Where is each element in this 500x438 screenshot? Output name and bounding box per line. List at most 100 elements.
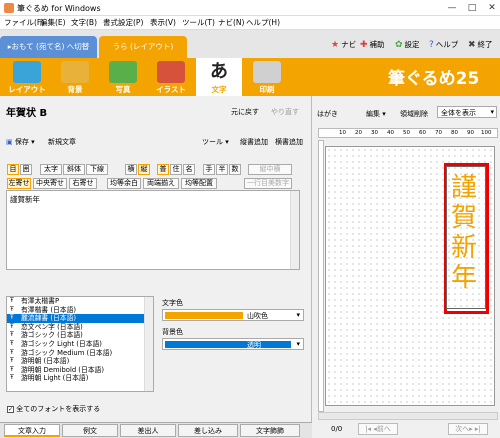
font-item[interactable]: 有澤太楷書P <box>7 297 153 306</box>
tool-background[interactable]: 背景 <box>52 58 98 96</box>
menu-navi[interactable]: ナビ(N) <box>218 17 244 29</box>
text-color-label: 文字色 <box>162 299 183 307</box>
edit-dropdown[interactable]: 編集 ▾ <box>366 109 386 119</box>
font-item[interactable]: 游ゴシック Light (日本語) <box>7 340 153 349</box>
sentence-textarea[interactable]: 謹賀新年 <box>6 190 300 270</box>
minimize-button[interactable]: — <box>446 2 458 14</box>
menu-bar: ファイル(F) 編集(E) 文字(B) 書式設定(P) 表示(V) ツール(T)… <box>0 16 500 30</box>
save-button[interactable]: ▣ 保存 ▾ <box>6 137 35 147</box>
checkbox-checked-icon: ✓ <box>7 406 14 413</box>
tool-illust[interactable]: イラスト <box>148 58 194 96</box>
tab-merge[interactable]: 差し込み <box>178 424 238 437</box>
vertical-button[interactable]: 縦 <box>138 164 150 175</box>
tab-front-switch[interactable]: ▸おもて (宛て名) へ切替 <box>0 36 97 58</box>
printer-icon <box>253 61 281 83</box>
menu-view[interactable]: 表示(V) <box>150 17 176 29</box>
tab-back-layout[interactable]: うら (レイアウト) <box>99 36 187 58</box>
menu-tools[interactable]: ツール(T) <box>182 17 215 29</box>
first-line-number-button[interactable]: 一行目美数字 <box>244 178 292 189</box>
menu-edit[interactable]: 編集(E) <box>40 17 66 29</box>
chevron-down-icon: ▾ <box>490 108 494 116</box>
app-icon <box>4 3 14 13</box>
new-sentence-button[interactable]: 新規文章 <box>48 137 76 147</box>
horizontal-add-button[interactable]: 横書追加 <box>275 137 303 147</box>
format-box-button[interactable]: 囲 <box>20 164 32 175</box>
tool-text[interactable]: あ文字 <box>196 58 242 96</box>
align-center-button[interactable]: 中央寄せ <box>33 178 67 189</box>
paper-label: はがき <box>317 110 338 118</box>
tools-dropdown[interactable]: ツール ▾ <box>202 137 229 147</box>
text-color-select[interactable]: 山吹色 ▾ <box>162 309 304 321</box>
font-item[interactable]: 游明朝 (日本語) <box>7 357 153 366</box>
format-eye-button[interactable]: 目 <box>7 164 19 175</box>
exit-button[interactable]: ✖ 終了 <box>468 40 493 50</box>
font-item[interactable]: 有澤楷書 (日本語) <box>7 306 153 315</box>
font-item[interactable]: 游ゴシック Medium (日本語) <box>7 349 153 358</box>
page-indicator: 0/0 <box>331 425 343 433</box>
undo-button[interactable]: 元に戻す <box>231 107 259 117</box>
vertical-add-button[interactable]: 縦書追加 <box>240 137 268 147</box>
help-button[interactable]: ? ヘルプ <box>429 40 458 50</box>
canvas-hscrollbar[interactable] <box>318 412 498 420</box>
tab-sentence-input[interactable]: 文章入力 <box>4 424 60 437</box>
text-color-swatch <box>165 312 243 319</box>
tab-text-decoration[interactable]: 文字飾飾 <box>240 424 300 437</box>
half-button[interactable]: 半 <box>216 164 228 175</box>
layout-icon <box>13 61 41 83</box>
show-all-fonts-checkbox[interactable]: ✓ 全てのフォントを表示する <box>7 404 100 414</box>
hand-button[interactable]: 手 <box>203 164 215 175</box>
redo-button[interactable]: やり直す <box>271 107 299 117</box>
font-list-scrollbar[interactable] <box>144 297 153 391</box>
normal-button[interactable]: 普 <box>157 164 169 175</box>
chevron-down-icon: ▾ <box>296 340 300 348</box>
font-item[interactable]: 游ゴシック (日本語) <box>7 331 153 340</box>
font-list[interactable]: 有澤太楷書P 有澤楷書 (日本語) 麗流隷書 (日本語) 恋文ペン字 (日本語)… <box>6 296 154 392</box>
name-button[interactable]: 名 <box>183 164 195 175</box>
window-title: 筆ぐるめ for Windows <box>17 4 101 13</box>
text-a-icon: あ <box>205 61 233 83</box>
next-page-button[interactable]: 次へ▸ ▸| <box>448 423 488 435</box>
chevron-down-icon: ▾ <box>296 311 300 319</box>
number-button[interactable]: 数 <box>229 164 241 175</box>
underline-button[interactable]: 下線 <box>86 164 108 175</box>
align-right-button[interactable]: 右寄せ <box>69 178 97 189</box>
sentence-heading: 年賀状 B <box>6 108 48 119</box>
vertical-greeting-text[interactable]: 謹 賀 新 年 <box>449 173 479 293</box>
settings-button[interactable]: ✿ 設定 <box>395 40 420 50</box>
close-button[interactable]: ✕ <box>486 2 498 14</box>
prev-page-button[interactable]: |◂ ◂前へ <box>358 423 398 435</box>
assist-button[interactable]: ✚ 補助 <box>360 40 385 50</box>
star-icon: ★ <box>331 40 340 50</box>
tab-sender[interactable]: 差出人 <box>120 424 176 437</box>
navi-button[interactable]: ★ ナビ <box>331 40 356 50</box>
italic-button[interactable]: 斜体 <box>63 164 85 175</box>
photo-icon <box>109 61 137 83</box>
even-margin-button[interactable]: 均等余白 <box>107 178 141 189</box>
maximize-button[interactable]: □ <box>466 2 478 14</box>
region-delete-button[interactable]: 領域削除 <box>400 109 428 119</box>
tool-layout[interactable]: レイアウト <box>4 58 50 96</box>
tool-print[interactable]: 印刷 <box>244 58 290 96</box>
help-icon: ? <box>429 40 434 50</box>
font-item-selected[interactable]: 麗流隷書 (日本語) <box>7 314 153 323</box>
gear-icon: ✿ <box>395 40 403 50</box>
menu-text[interactable]: 文字(B) <box>71 17 97 29</box>
horizontal-button[interactable]: 横 <box>125 164 137 175</box>
bold-button[interactable]: 太字 <box>40 164 62 175</box>
sentence-text: 謹賀新年 <box>10 195 40 204</box>
justify-button[interactable]: 両端揃え <box>143 178 179 189</box>
textarea-scrollbar[interactable] <box>290 191 299 269</box>
distribute-button[interactable]: 均等配置 <box>181 178 217 189</box>
menu-file[interactable]: ファイル(F) <box>4 17 44 29</box>
tate-chu-yoko-button[interactable]: 縦中横 <box>248 164 292 175</box>
bg-color-select[interactable]: 透明 ▾ <box>162 338 304 350</box>
tool-photo[interactable]: 写真 <box>100 58 146 96</box>
menu-format[interactable]: 書式設定(P) <box>103 17 143 29</box>
tab-example[interactable]: 例文 <box>62 424 118 437</box>
view-select[interactable]: 全体を表示 ▾ <box>437 106 497 118</box>
address-button[interactable]: 住 <box>170 164 182 175</box>
font-item[interactable]: 游明朝 Light (日本語) <box>7 374 153 383</box>
menu-help[interactable]: ヘルプ(H) <box>246 17 280 29</box>
plus-icon: ✚ <box>360 40 368 50</box>
align-left-button[interactable]: 左寄せ <box>7 178 31 189</box>
